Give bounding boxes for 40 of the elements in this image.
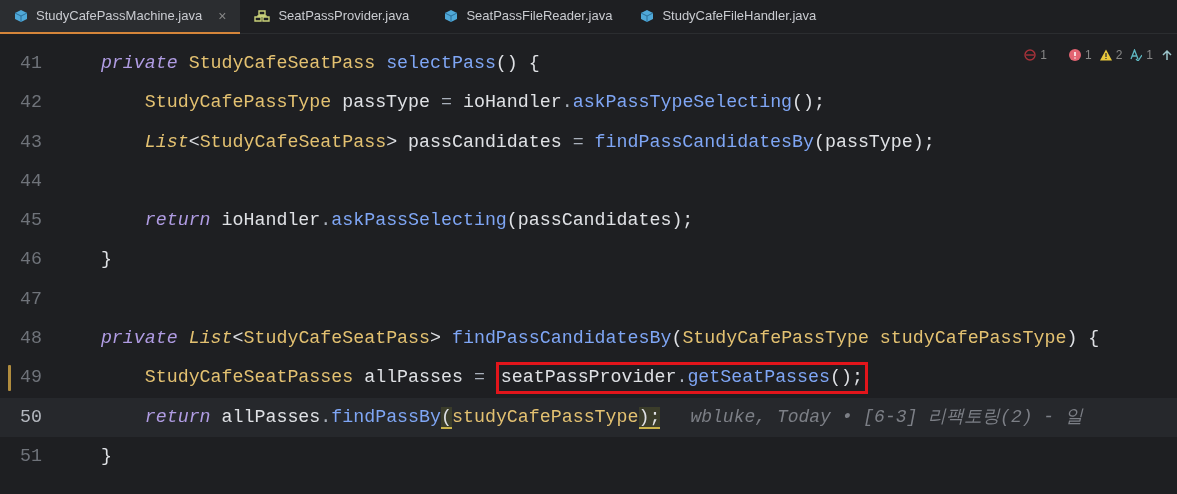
warning-icon <box>1099 49 1112 61</box>
cube-icon <box>14 9 28 23</box>
problem-count: 1 <box>1084 47 1092 64</box>
code-line: private List<StudyCafeSeatPass> findPassCandidatesBy(StudyCafePassType studyCafePassType) { <box>99 327 1100 350</box>
line-number: 41 <box>19 51 42 75</box>
up-arrow-icon <box>1161 49 1173 61</box>
line-number: 47 <box>19 287 42 311</box>
code-line: return ioHandler.askPassSelecting(passCandidates); <box>143 209 694 233</box>
line-number: 44 <box>19 169 42 193</box>
code-line: StudyCafePassType passType = ioHandler.askPassTypeSelecting(); <box>143 91 825 115</box>
structure-icon <box>254 9 271 23</box>
code-line: } <box>99 248 112 272</box>
line-number: 51 <box>19 444 42 468</box>
highlight-box: seatPassProvider.getSeatPasses(); <box>495 362 868 394</box>
code-line: StudyCafeSeatPasses allPasses = <box>143 366 486 390</box>
line-number: 48 <box>19 327 42 350</box>
cube-icon <box>444 9 459 23</box>
line-number: 43 <box>19 130 42 154</box>
line-number: 49 <box>19 366 42 390</box>
spellcheck-icon <box>1130 49 1143 61</box>
code-line: List<StudyCafeSeatPass> passCandidates = findPassCandidatesBy(passType); <box>143 130 935 154</box>
editor-tab[interactable]: SeatPassProvider.java <box>240 0 431 34</box>
line-number: 46 <box>19 248 42 272</box>
error-icon <box>1068 49 1081 61</box>
code-line: return allPasses.findPassBy(studyCafePassType); <box>143 405 661 431</box>
editor-tab[interactable]: StudyCafeFileHandler.java <box>626 0 887 34</box>
blocked-icon <box>1024 49 1037 61</box>
problem-count: 2 <box>1115 47 1123 64</box>
editor-tab[interactable]: SeatPassFileReader.java <box>430 0 627 34</box>
line-number: 50 <box>19 405 42 429</box>
problem-count: 1 <box>1146 47 1153 64</box>
problem-count: 1 <box>1040 47 1047 64</box>
code-line: private StudyCafeSeatPass selectPass() { <box>99 51 540 75</box>
cube-icon <box>640 9 655 23</box>
editor-tab[interactable]: StudyCafePassMachine.java × <box>0 0 241 34</box>
code-line: } <box>99 444 112 468</box>
blame-annotation: wbluke, Today • [6-3] 리팩토링(2) - 일 <box>690 405 1083 429</box>
line-number: 45 <box>19 209 42 233</box>
close-icon[interactable]: × <box>218 5 227 27</box>
line-number: 42 <box>19 91 42 115</box>
